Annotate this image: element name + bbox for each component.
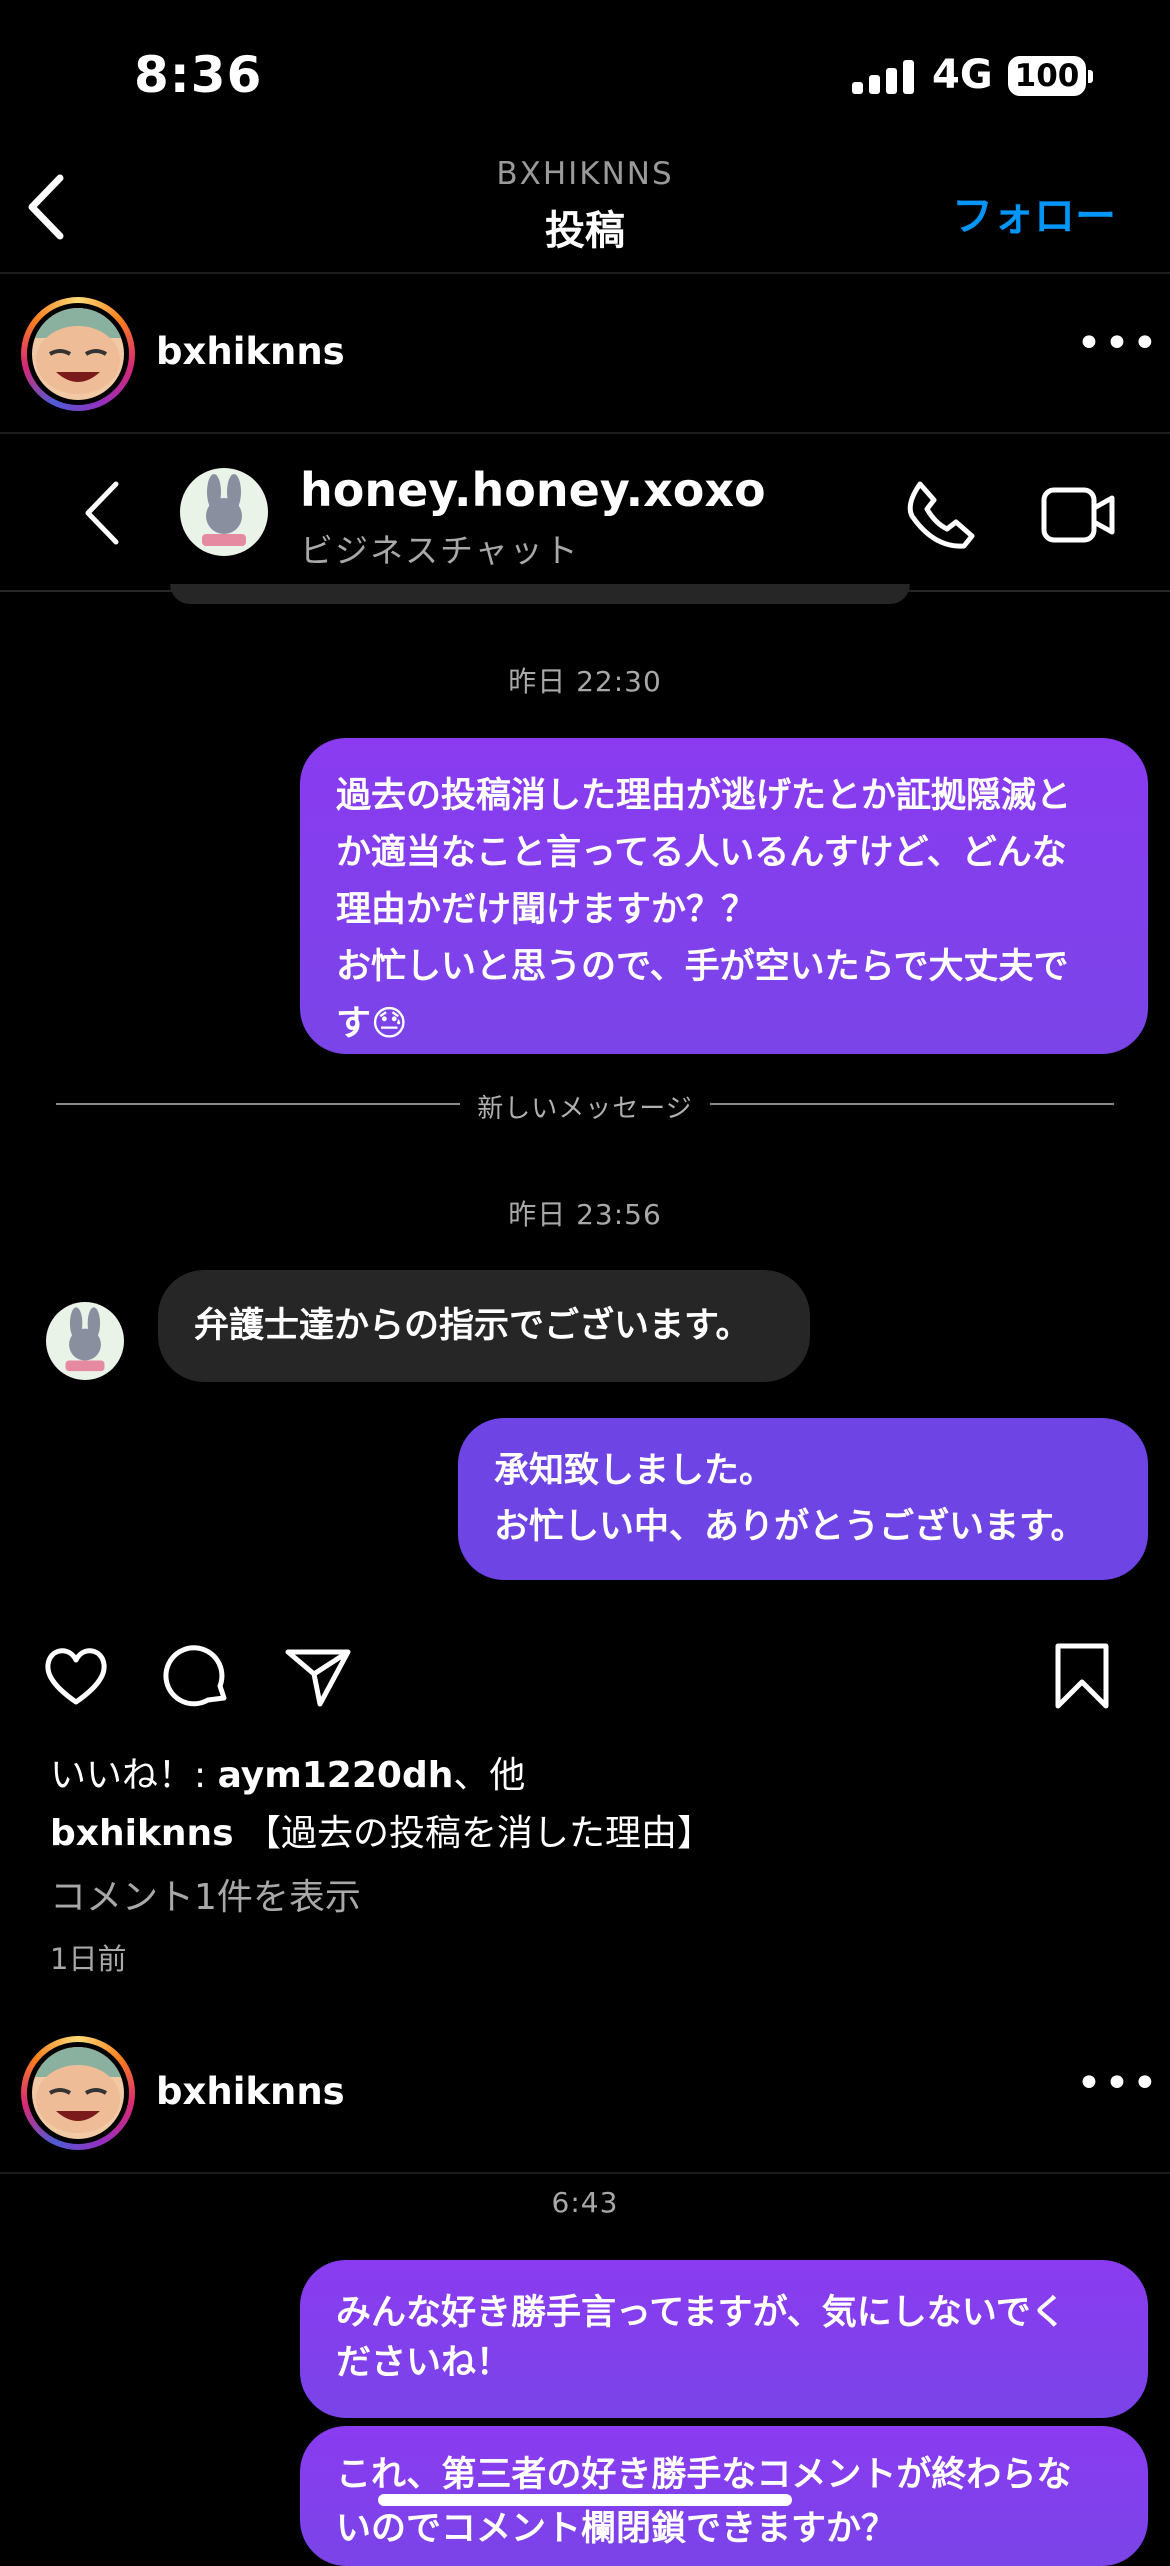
avatar-face-icon xyxy=(32,2047,124,2133)
view-comments-link[interactable]: コメント1件を表示 xyxy=(50,1868,361,1920)
divider xyxy=(0,272,1170,274)
video-icon xyxy=(1041,487,1115,543)
follow-button[interactable]: フォロー xyxy=(952,182,1116,242)
sent-message: 承知致しました。 お忙しい中、ありがとうございます。 xyxy=(458,1418,1148,1580)
comment-icon[interactable] xyxy=(162,1640,234,1712)
post-caption: bxhiknns 【過去の投稿を消した理由】 xyxy=(50,1813,714,1854)
sender-avatar xyxy=(46,1302,124,1380)
received-message: 弁護士達からの指示でございます。 xyxy=(158,1270,810,1382)
likes-summary[interactable]: いいね！: aym1220dh、他 xyxy=(50,1746,525,1798)
new-messages-label: 新しいメッセージ xyxy=(477,1094,693,1124)
chat-back-icon xyxy=(85,481,119,545)
post-age: 1日前 xyxy=(50,1942,127,1976)
chat-timestamp: 昨日 22:30 xyxy=(508,665,662,698)
bunny-icon xyxy=(202,474,246,546)
more-icon[interactable]: ••• xyxy=(1076,2058,1160,2109)
avatar-face-icon xyxy=(32,308,124,394)
divider xyxy=(0,2172,1170,2174)
avatar[interactable] xyxy=(21,297,135,411)
chat-timestamp: 昨日 23:56 xyxy=(508,1198,662,1231)
phone-icon xyxy=(907,481,975,549)
chat-avatar xyxy=(180,468,268,556)
sent-message: 過去の投稿消した理由が逃げたとか証拠隠滅と か適当なこと言ってる人いるんすけど、ど… xyxy=(300,738,1148,1054)
heart-icon[interactable] xyxy=(40,1640,112,1712)
sent-message: みんな好き勝手言ってますが、気にしないでく ださいね！ xyxy=(300,2260,1148,2418)
bunny-icon xyxy=(65,1307,105,1372)
chat-timestamp: 6:43 xyxy=(551,2186,619,2219)
avatar[interactable] xyxy=(21,2036,135,2150)
more-icon[interactable]: ••• xyxy=(1076,318,1160,369)
share-icon[interactable] xyxy=(282,1640,354,1712)
chat-subtitle: ビジネスチャット xyxy=(300,531,580,570)
status-time: 8:36 xyxy=(134,46,263,104)
battery-icon: 100 xyxy=(1008,56,1086,96)
home-indicator[interactable] xyxy=(378,2494,792,2506)
chat-name: honey.honey.xoxo xyxy=(300,463,766,517)
signal-icon xyxy=(852,60,916,94)
next-post-username[interactable]: bxhiknns xyxy=(156,2070,345,2113)
bookmark-icon[interactable] xyxy=(1046,1640,1118,1712)
previous-message-edge xyxy=(170,584,910,604)
battery-tip xyxy=(1088,70,1093,83)
divider xyxy=(0,432,1170,434)
network-type: 4G xyxy=(932,52,993,98)
post-author-username[interactable]: bxhiknns xyxy=(156,330,345,373)
